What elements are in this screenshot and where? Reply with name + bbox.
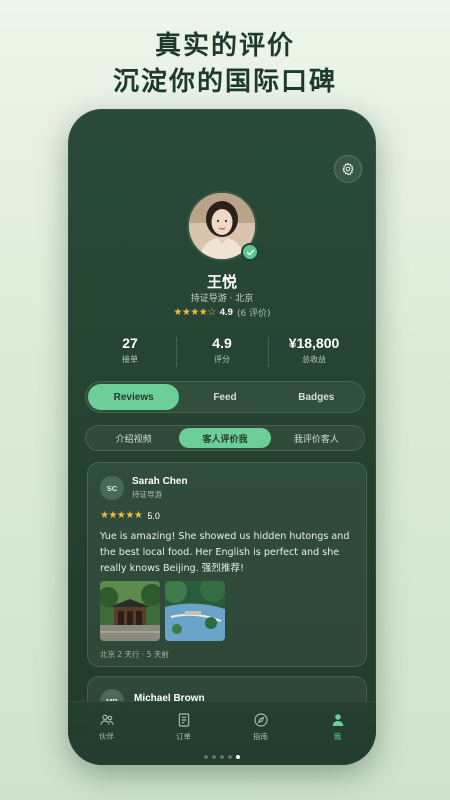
rating-stars: ★★★★☆ xyxy=(173,307,216,318)
review-score: 5.0 xyxy=(147,510,160,521)
stat-label: 接单 xyxy=(122,355,138,364)
main-tabs: Reviews Feed Badges xyxy=(85,381,365,413)
page-dot[interactable] xyxy=(204,755,208,759)
subtab-intro-video[interactable]: 介绍视频 xyxy=(88,428,179,448)
partners-icon xyxy=(99,714,114,725)
gear-icon xyxy=(342,162,354,176)
page-dot[interactable] xyxy=(220,755,224,759)
bottom-navigation: 伙伴 订单 指南 我 xyxy=(68,701,376,765)
nav-partners[interactable]: 伙伴 xyxy=(68,712,145,746)
orders-icon xyxy=(178,713,189,727)
settings-button[interactable] xyxy=(334,155,362,183)
reviewer-role: 持证导游 xyxy=(132,490,162,499)
profile-name: 王悦 xyxy=(206,273,237,291)
marketing-headline: 真实的评价 沉淀你的国际口碑 xyxy=(0,28,450,100)
headline-line-1: 真实的评价 xyxy=(154,31,295,61)
page-indicator xyxy=(68,755,376,759)
headline-line-2: 沉淀你的国际口碑 xyxy=(112,67,337,97)
stat-value: ¥18,800 xyxy=(288,335,340,351)
profile-avatar[interactable] xyxy=(187,191,259,261)
tab-reviews[interactable]: Reviews xyxy=(88,384,180,410)
page-dot[interactable] xyxy=(212,755,216,759)
phone-screen: 王悦 持证导游 · 北京 ★★★★☆ 4.9 (6 评价) 27 接单 4.9 … xyxy=(68,109,376,765)
stat-label: 评分 xyxy=(214,355,230,364)
review-stars: ★★★★★ xyxy=(100,510,143,521)
verified-badge xyxy=(241,243,259,261)
review-photos xyxy=(100,581,225,641)
review-meta: 北京 2 天行 · 5 天前 xyxy=(100,650,169,659)
nav-me[interactable]: 我 xyxy=(299,712,376,746)
page-dot-active[interactable] xyxy=(236,755,240,759)
review-rating: ★★★★★ 5.0 xyxy=(100,510,160,521)
rating-count: (6 评价) xyxy=(236,309,271,319)
check-icon xyxy=(246,249,254,255)
stat-rating: 4.9 评分 xyxy=(176,335,268,369)
profile-stats: 27 接单 4.9 评分 ¥18,800 总收益 xyxy=(84,335,360,369)
page-dot[interactable] xyxy=(228,755,232,759)
reviewer-name: Sarah Chen xyxy=(132,476,188,487)
stat-earnings: ¥18,800 总收益 xyxy=(268,335,360,369)
review-photo-temple[interactable] xyxy=(100,581,160,641)
review-card[interactable]: SC Sarah Chen 持证导游 ★★★★★ 5.0 Yue is amaz… xyxy=(87,462,367,667)
stat-label: 总收益 xyxy=(302,355,326,364)
subtab-guest-reviews[interactable]: 客人评价我 xyxy=(179,428,271,448)
reviewer-avatar: SC xyxy=(100,476,124,500)
nav-label: 订单 xyxy=(176,732,191,741)
nav-label: 我 xyxy=(333,732,342,741)
nav-label: 指南 xyxy=(253,732,268,741)
compass-icon xyxy=(253,713,268,727)
profile-rating: ★★★★☆ 4.9 (6 评价) xyxy=(68,306,376,319)
review-subtabs: 介绍视频 客人评价我 我评价客人 xyxy=(85,425,365,451)
subtab-my-reviews[interactable]: 我评价客人 xyxy=(271,428,362,448)
tab-feed[interactable]: Feed xyxy=(179,384,270,410)
profile-icon xyxy=(332,714,343,726)
stat-value: 4.9 xyxy=(212,335,232,351)
nav-guide[interactable]: 指南 xyxy=(222,712,299,746)
stat-orders: 27 接单 xyxy=(84,335,176,369)
rating-value: 4.9 xyxy=(219,307,233,318)
profile-subtitle: 持证导游 · 北京 xyxy=(190,294,254,304)
stat-value: 27 xyxy=(122,335,138,351)
reviewer-header: SC Sarah Chen 持证导游 xyxy=(100,476,188,500)
nav-orders[interactable]: 订单 xyxy=(145,712,222,746)
review-photo-lake[interactable] xyxy=(165,581,225,641)
tab-badges[interactable]: Badges xyxy=(271,384,362,410)
review-text: Yue is amazing! She showed us hidden hut… xyxy=(100,531,350,574)
nav-label: 伙伴 xyxy=(99,732,114,741)
